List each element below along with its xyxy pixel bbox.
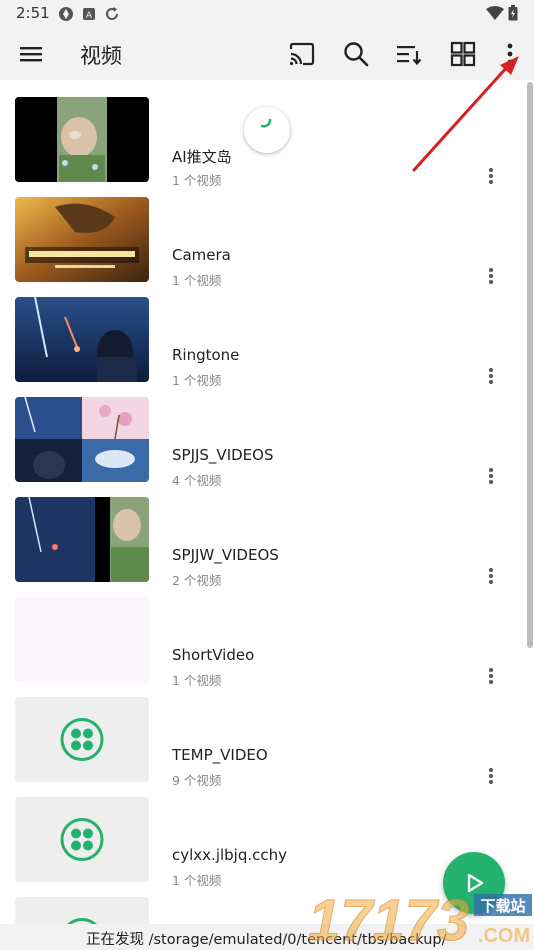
notification-icons: A bbox=[58, 6, 120, 22]
folder-name: TEMP_VIDEO bbox=[172, 746, 268, 764]
video-app-icon bbox=[15, 897, 149, 924]
site-watermark-logo: 17173 下载站 .COM bbox=[308, 888, 532, 950]
app-bar: 视频 bbox=[0, 28, 534, 80]
hamburger-menu-icon[interactable] bbox=[15, 38, 47, 70]
svg-text:下载站: 下载站 bbox=[480, 897, 525, 915]
app-notification-icon bbox=[59, 7, 73, 21]
folder-thumbnail bbox=[15, 597, 149, 682]
folder-name: Camera bbox=[172, 246, 231, 264]
svg-text:17173: 17173 bbox=[308, 888, 469, 950]
battery-icon bbox=[508, 5, 518, 21]
status-time: 2:51 bbox=[16, 4, 50, 22]
sort-icon[interactable] bbox=[393, 38, 425, 70]
svg-text:.COM: .COM bbox=[478, 925, 530, 947]
folder-name: ShortVideo bbox=[172, 646, 255, 664]
grid-view-icon[interactable] bbox=[447, 38, 479, 70]
scrollbar[interactable] bbox=[527, 82, 533, 648]
page-title: 视频 bbox=[80, 44, 122, 68]
wifi-icon bbox=[486, 6, 504, 20]
list-item[interactable]: Camera 1 个视频 bbox=[0, 180, 534, 288]
folder-name: SPJJS_VIDEOS bbox=[172, 446, 274, 464]
system-icons bbox=[486, 5, 518, 21]
folder-name: AI推文岛 bbox=[172, 148, 232, 166]
list-item[interactable]: ShortVideo 1 个视频 bbox=[0, 580, 534, 688]
search-icon[interactable] bbox=[340, 38, 372, 70]
folder-list[interactable]: AI推文岛 1 个视频 Camera 1 个视频 Ringtone 1 个视频 … bbox=[0, 80, 534, 924]
status-bar: 2:51 A bbox=[0, 0, 534, 28]
folder-name: SPJJW_VIDEOS bbox=[172, 546, 279, 564]
list-item[interactable]: Ringtone 1 个视频 bbox=[0, 280, 534, 388]
video-app-icon bbox=[15, 797, 149, 882]
folder-thumbnail bbox=[15, 697, 149, 782]
folder-thumbnail bbox=[15, 97, 149, 182]
folder-name: Ringtone bbox=[172, 346, 240, 364]
a-notification-icon: A bbox=[83, 8, 95, 21]
cast-icon[interactable] bbox=[286, 38, 318, 70]
list-item[interactable]: TEMP_VIDEO 9 个视频 bbox=[0, 680, 534, 788]
folder-name: cylxx.jlbjq.cchy bbox=[172, 846, 288, 864]
sync-notification-icon bbox=[106, 7, 118, 20]
list-item[interactable]: SPJJW_VIDEOS 2 个视频 bbox=[0, 480, 534, 588]
loading-spinner bbox=[244, 107, 290, 153]
video-app-icon bbox=[15, 697, 149, 782]
more-vert-icon[interactable] bbox=[494, 38, 526, 70]
list-item[interactable]: SPJJS_VIDEOS 4 个视频 bbox=[0, 380, 534, 488]
folder-thumbnail bbox=[15, 897, 149, 924]
folder-thumbnail bbox=[15, 397, 149, 482]
folder-thumbnail bbox=[15, 197, 149, 282]
folder-thumbnail bbox=[15, 297, 149, 382]
svg-text:A: A bbox=[86, 11, 93, 21]
folder-thumbnail bbox=[15, 497, 149, 582]
folder-thumbnail bbox=[15, 797, 149, 882]
